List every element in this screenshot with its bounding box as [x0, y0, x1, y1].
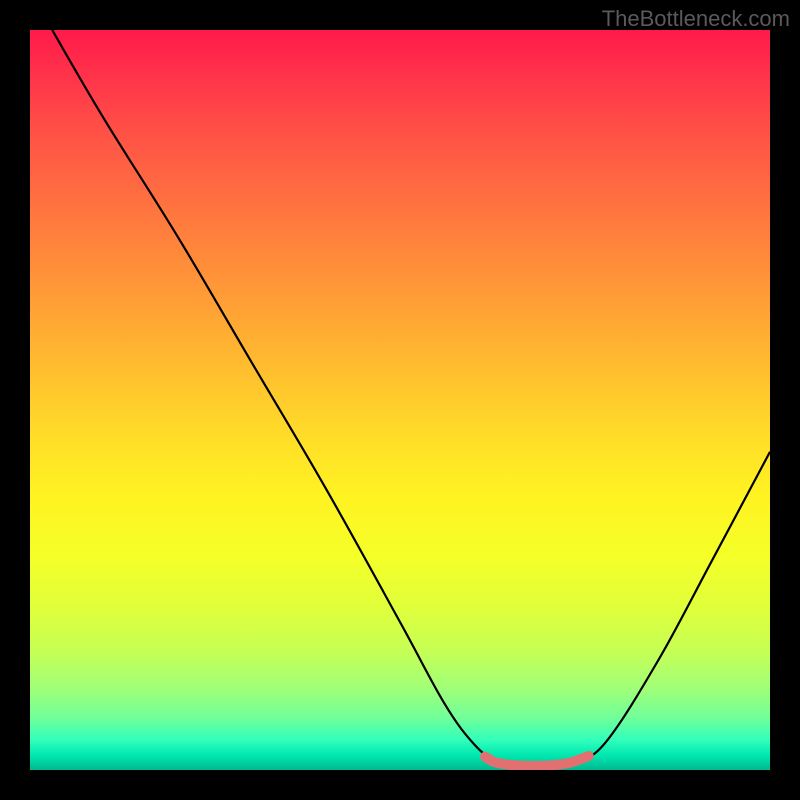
watermark-text: TheBottleneck.com — [602, 6, 790, 32]
curve-svg — [30, 30, 770, 770]
chart-container: TheBottleneck.com — [0, 0, 800, 800]
bottleneck-curve — [52, 30, 770, 766]
plot-area — [30, 30, 770, 770]
highlight-segment — [485, 756, 589, 766]
